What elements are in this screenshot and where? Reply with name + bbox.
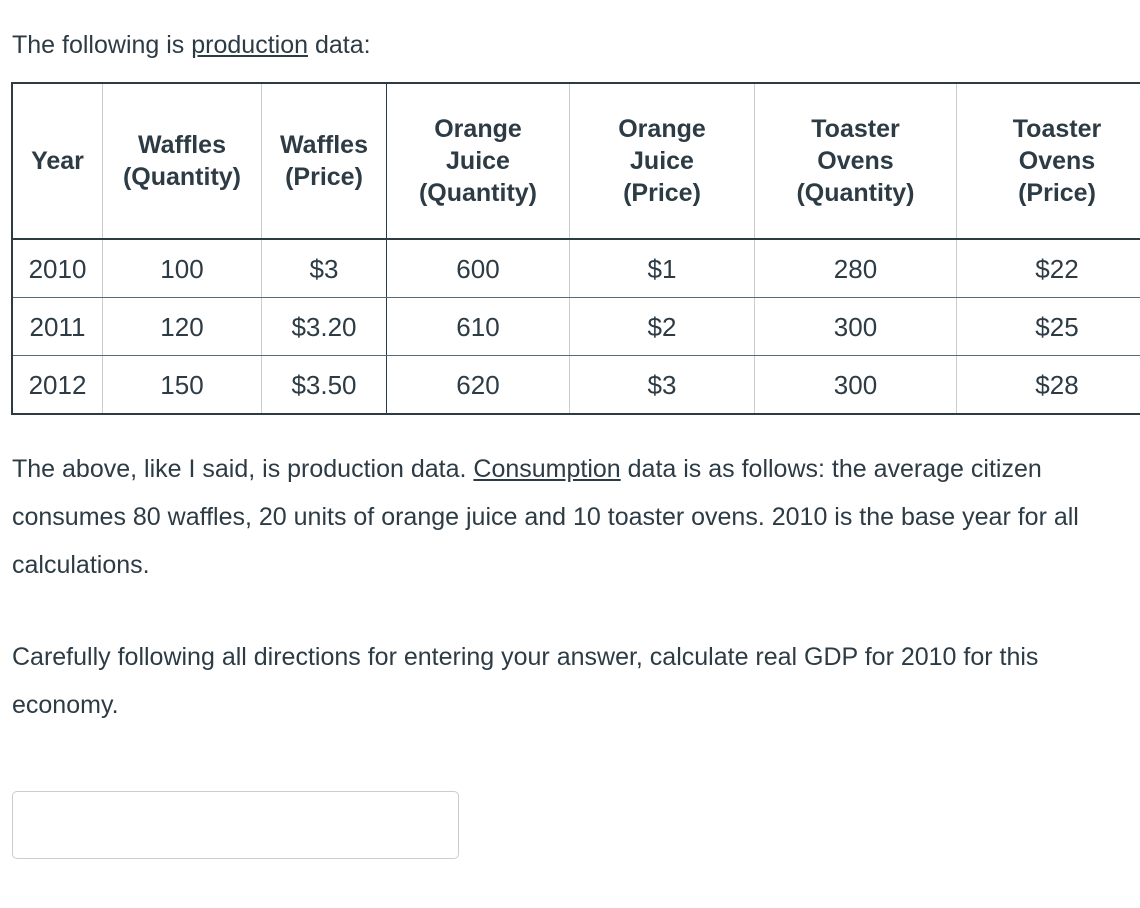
- header-line: Juice: [630, 147, 694, 175]
- column-header-waffles-quantity: Waffles (Quantity): [102, 83, 262, 240]
- production-data-table: Year Waffles (Quantity) Waffles (Price) …: [11, 82, 1140, 415]
- header-line: Orange: [434, 115, 522, 143]
- cell-orange-juice-price: $1: [569, 239, 755, 298]
- cell-waffles-price: $3.50: [261, 355, 387, 414]
- column-header-toaster-ovens-price: Toaster Ovens (Price): [956, 83, 1140, 240]
- cell-toaster-ovens-price: $25: [956, 297, 1140, 356]
- cell-waffles-quantity: 120: [102, 297, 262, 356]
- consumption-prefix: The above, like I said, is production da…: [12, 455, 474, 483]
- question-page: The following is production data: Year W…: [0, 0, 1140, 908]
- cell-orange-juice-price: $2: [569, 297, 755, 356]
- cell-year: 2011: [11, 297, 103, 356]
- cell-toaster-ovens-quantity: 300: [754, 297, 957, 356]
- cell-waffles-price: $3.20: [261, 297, 387, 356]
- header-line: Orange: [618, 115, 706, 143]
- header-line: Year: [31, 147, 84, 175]
- answer-row: [0, 729, 1140, 859]
- cell-waffles-quantity: 100: [102, 239, 262, 298]
- cell-year: 2012: [11, 355, 103, 414]
- question-paragraph: Carefully following all directions for e…: [12, 643, 1039, 719]
- table-header: Year Waffles (Quantity) Waffles (Price) …: [11, 83, 1140, 240]
- cell-year: 2010: [11, 239, 103, 298]
- cell-waffles-price: $3: [261, 239, 387, 298]
- table-row: 2011 120 $3.20 610 $2 300 $25: [11, 297, 1140, 356]
- production-data-table-wrapper: Year Waffles (Quantity) Waffles (Price) …: [11, 82, 1140, 415]
- header-line: (Quantity): [796, 179, 915, 207]
- cell-orange-juice-quantity: 610: [386, 297, 570, 356]
- column-header-orange-juice-price: Orange Juice (Price): [569, 83, 755, 240]
- table-header-row: Year Waffles (Quantity) Waffles (Price) …: [11, 83, 1140, 240]
- header-line: (Price): [623, 179, 701, 207]
- table-row: 2012 150 $3.50 620 $3 300 $28: [11, 355, 1140, 414]
- column-header-toaster-ovens-quantity: Toaster Ovens (Quantity): [754, 83, 957, 240]
- intro-text: The following is production data:: [0, 0, 1140, 60]
- consumption-paragraph: The above, like I said, is production da…: [0, 415, 1140, 589]
- consumption-emphasis: Consumption: [473, 455, 621, 483]
- intro-prefix: The following is: [12, 31, 192, 59]
- cell-toaster-ovens-quantity: 300: [754, 355, 957, 414]
- intro-suffix: data:: [308, 31, 371, 59]
- header-line: Juice: [446, 147, 510, 175]
- cell-toaster-ovens-quantity: 280: [754, 239, 957, 298]
- table-row: 2010 100 $3 600 $1 280 $22: [11, 239, 1140, 298]
- cell-toaster-ovens-price: $28: [956, 355, 1140, 414]
- column-header-waffles-price: Waffles (Price): [261, 83, 387, 240]
- cell-orange-juice-quantity: 620: [386, 355, 570, 414]
- header-line: Toaster: [1012, 115, 1102, 143]
- cell-orange-juice-price: $3: [569, 355, 755, 414]
- cell-waffles-quantity: 150: [102, 355, 262, 414]
- header-line: Toaster: [811, 115, 900, 143]
- header-line: (Quantity): [418, 179, 538, 207]
- header-line: (Price): [285, 163, 363, 191]
- column-header-year: Year: [11, 83, 103, 240]
- header-line: Ovens: [817, 147, 894, 175]
- header-line: Waffles: [138, 131, 226, 159]
- header-line: Waffles: [280, 131, 368, 159]
- table-body: 2010 100 $3 600 $1 280 $22 2011 120 $3.2…: [11, 239, 1140, 414]
- header-line: (Quantity): [122, 163, 242, 191]
- header-line: (Price): [1018, 179, 1096, 207]
- cell-orange-juice-quantity: 600: [386, 239, 570, 298]
- production-emphasis: production: [191, 31, 308, 59]
- cell-toaster-ovens-price: $22: [956, 239, 1140, 298]
- answer-input[interactable]: [12, 791, 459, 859]
- column-header-orange-juice-quantity: Orange Juice (Quantity): [386, 83, 570, 240]
- header-line: Ovens: [1018, 147, 1096, 175]
